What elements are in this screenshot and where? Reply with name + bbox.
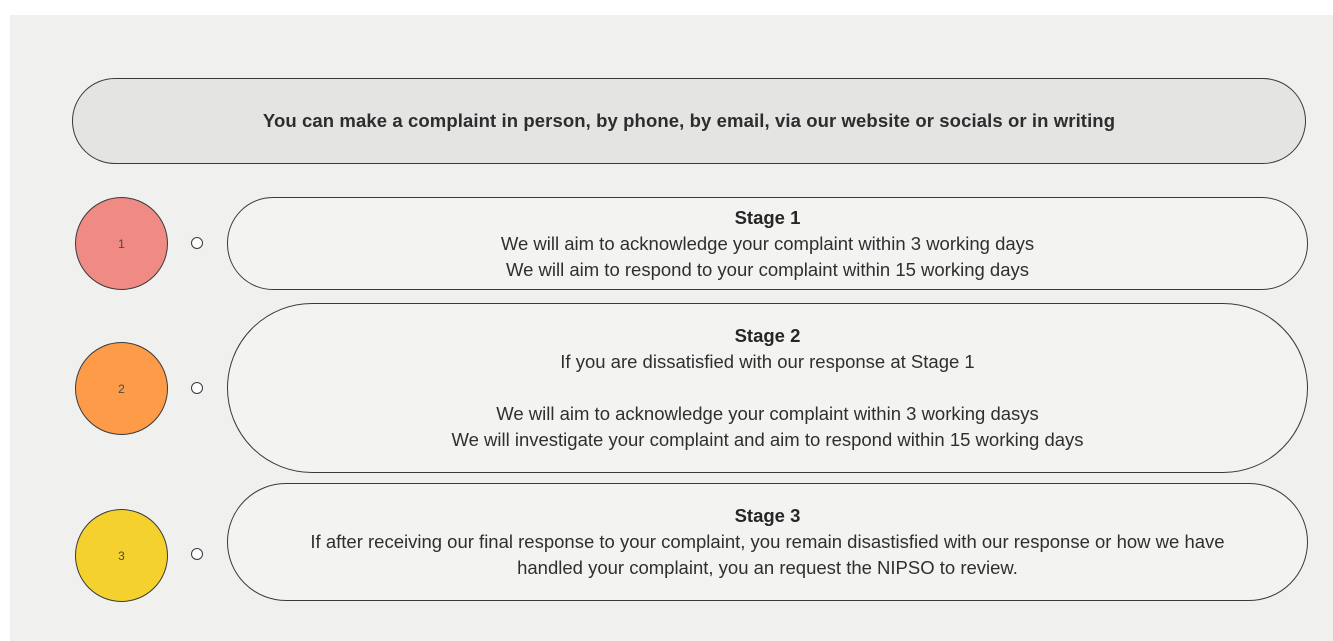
stage-2-connector-dot [191, 382, 203, 394]
stage-1-title: Stage 1 [734, 206, 801, 228]
stage-3-line-1: If after receiving our final response to… [310, 531, 1225, 552]
stage-3-marker: 3 [75, 509, 168, 602]
stage-2-line-1: If you are dissatisfied with our respons… [560, 351, 975, 372]
stage-3-connector-dot [191, 548, 203, 560]
stage-2-marker: 2 [75, 342, 168, 435]
complaint-methods-banner: You can make a complaint in person, by p… [72, 78, 1306, 164]
stage-2-line-3: We will investigate your complaint and a… [451, 429, 1084, 450]
banner-text: You can make a complaint in person, by p… [262, 110, 1116, 131]
stage-2-line-2: We will aim to acknowledge your complain… [496, 403, 1039, 424]
stage-1-line-1: We will aim to acknowledge your complain… [500, 232, 1035, 254]
stage-3-box: Stage 3 If after receiving our final res… [227, 483, 1308, 601]
stage-1-marker: 1 [75, 197, 168, 290]
stage-2-box: Stage 2 If you are dissatisfied with our… [227, 303, 1308, 473]
stage-3-line-2: handled your complaint, you an request t… [517, 557, 1018, 578]
stage-2-title: Stage 2 [734, 325, 801, 346]
stage-1-line-2: We will aim to respond to your complaint… [505, 258, 1030, 280]
stage-1-connector-dot [191, 237, 203, 249]
stage-3-title: Stage 3 [734, 505, 801, 526]
stage-1-box: Stage 1 We will aim to acknowledge your … [227, 197, 1308, 290]
